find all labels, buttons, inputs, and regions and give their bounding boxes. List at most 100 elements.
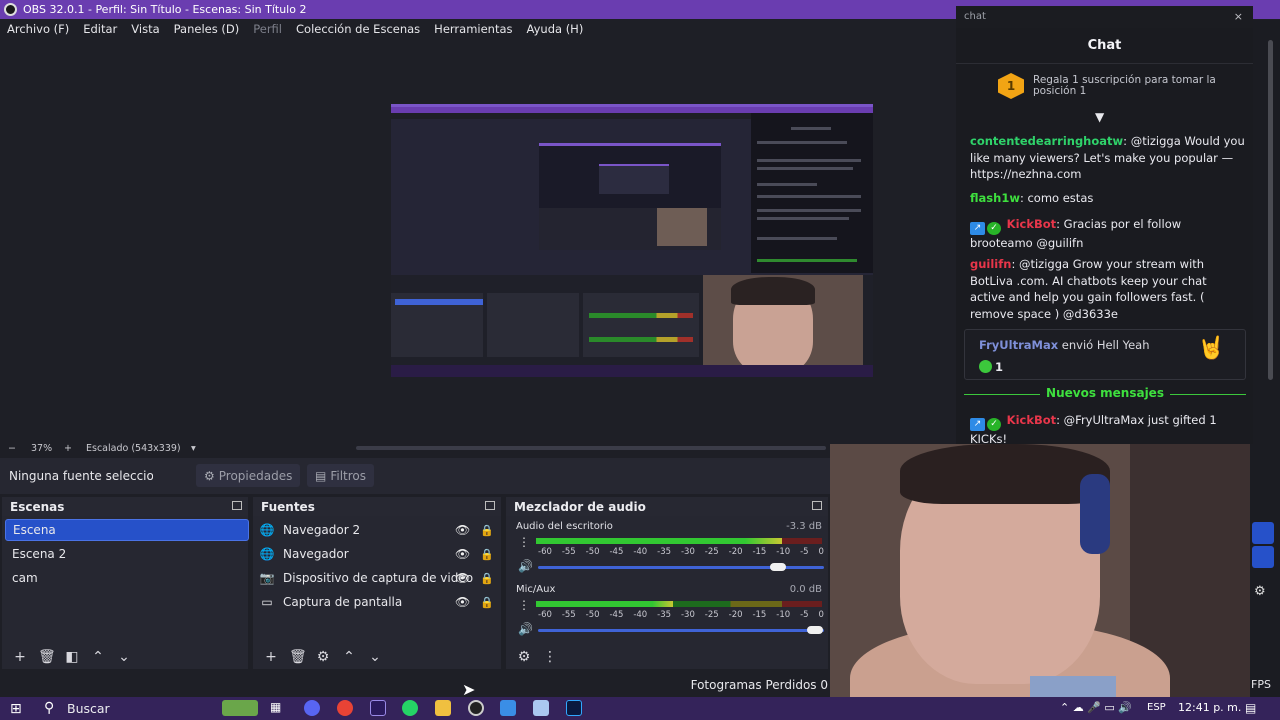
source-item[interactable]: 🌐 Navegador 👁 🔒	[257, 543, 497, 565]
audio-mixer-dock: Mezclador de audio Audio del escritorio …	[506, 497, 828, 669]
mixer-scale-tick: 0	[818, 547, 824, 557]
discord-icon[interactable]	[304, 700, 320, 716]
source-item[interactable]: ▭ Captura de pantalla 👁 🔒	[257, 591, 497, 613]
mixer-scale-tick: -30	[680, 610, 695, 620]
mixer-channel-name: Mic/Aux	[516, 584, 556, 595]
chat-message: guilifn: @tizigga Grow your stream with …	[970, 257, 1207, 321]
move-down-icon[interactable]: ⌄	[367, 649, 383, 665]
notifications-icon[interactable]: ▤	[1245, 701, 1256, 715]
menu-paneles[interactable]: Paneles (D)	[174, 22, 240, 36]
add-source-button[interactable]: +	[263, 649, 279, 665]
zoom-in-button[interactable]: +	[64, 443, 72, 454]
scene-item[interactable]: Escena 2	[5, 543, 249, 565]
move-up-icon[interactable]: ⌃	[341, 649, 357, 665]
volume-slider-knob[interactable]	[807, 626, 824, 634]
add-scene-button[interactable]: +	[12, 649, 28, 665]
task-view-icon[interactable]: ▦	[270, 700, 286, 716]
more-options-icon[interactable]: ⋮	[518, 536, 530, 548]
menu-vista[interactable]: Vista	[131, 22, 159, 36]
move-down-icon[interactable]: ⌄	[116, 649, 132, 665]
chrome-icon[interactable]	[337, 700, 353, 716]
zoom-out-button[interactable]: −	[8, 443, 16, 454]
move-up-icon[interactable]: ⌃	[90, 649, 106, 665]
app-taskbar-icon[interactable]	[500, 700, 516, 716]
menu-archivo[interactable]: Archivo (F)	[7, 22, 69, 36]
audio-meter	[536, 601, 822, 607]
language-indicator[interactable]: ESP	[1147, 702, 1166, 713]
gift-card-user[interactable]: FryUltraMax	[979, 338, 1058, 352]
file-explorer-icon[interactable]	[435, 700, 451, 716]
speaker-icon[interactable]: 🔊	[518, 622, 533, 636]
rank-badge-number: 1	[1006, 79, 1016, 93]
collapse-chevron-icon[interactable]: ▼	[1095, 110, 1104, 124]
trash-icon[interactable]: 🗑	[289, 649, 307, 665]
chat-scrollbar[interactable]	[1268, 40, 1273, 380]
lock-icon[interactable]: 🔒	[480, 572, 494, 585]
chat-username[interactable]: contentedearringhoatw	[970, 134, 1123, 148]
whatsapp-icon[interactable]	[402, 700, 418, 716]
notepad-icon[interactable]	[533, 700, 549, 716]
windows-start-icon[interactable]: ⊞	[10, 701, 22, 717]
gear-icon[interactable]: ⚙	[1254, 584, 1266, 599]
undock-icon[interactable]	[812, 501, 822, 510]
chat-username[interactable]: KickBot	[1007, 217, 1056, 231]
volume-slider-knob[interactable]	[770, 563, 787, 571]
scene-filters-icon[interactable]: ◧	[64, 649, 80, 665]
filter-icon: ▤	[315, 468, 327, 483]
obs-taskbar-icon[interactable]	[468, 700, 484, 716]
eye-icon[interactable]: 👁	[455, 547, 470, 561]
source-item[interactable]: 🌐 Navegador 2 👁 🔒	[257, 519, 497, 541]
undock-icon[interactable]	[485, 501, 495, 510]
scene-item[interactable]: Escena	[5, 519, 249, 541]
taskbar-widget-icon[interactable]	[222, 700, 258, 716]
more-options-icon[interactable]: ⋮	[518, 599, 530, 611]
filters-button[interactable]: ▤ Filtros	[307, 464, 375, 487]
lock-icon[interactable]: 🔒	[480, 548, 494, 561]
bot-badge-icon: ↗	[970, 222, 985, 235]
menu-perfil[interactable]: Perfil	[253, 22, 282, 36]
system-tray[interactable]: ⌃ ☁ 🎤 ▭ 🔊	[1060, 701, 1132, 714]
more-options-icon[interactable]: ⋮	[542, 649, 558, 665]
menu-coleccion-escenas[interactable]: Colección de Escenas	[296, 22, 420, 36]
menu-editar[interactable]: Editar	[83, 22, 117, 36]
gift-banner-text: Regala 1 suscripción para tomar la posic…	[1033, 74, 1216, 97]
chevron-down-icon[interactable]: ▾	[191, 443, 196, 454]
preview-area[interactable]	[0, 40, 960, 440]
scene-item[interactable]: cam	[5, 567, 249, 589]
program-preview[interactable]	[391, 104, 873, 377]
advanced-audio-icon[interactable]: ⚙	[516, 649, 532, 665]
trash-icon[interactable]: 🗑	[38, 649, 56, 665]
search-icon[interactable]: ⚲	[44, 700, 54, 716]
volume-slider[interactable]	[538, 626, 824, 634]
chat-username[interactable]: KickBot	[1007, 413, 1056, 427]
photoshop-icon[interactable]	[566, 700, 582, 716]
properties-button[interactable]: ⚙ Propiedades	[196, 464, 301, 487]
taskbar-search[interactable]: Buscar	[67, 701, 110, 716]
mixer-scale-tick: -25	[704, 610, 719, 620]
close-icon[interactable]: ×	[1234, 10, 1243, 23]
eye-icon[interactable]: 👁	[455, 571, 470, 585]
scale-mode-label[interactable]: Escalado (543x339)	[86, 443, 181, 454]
eye-icon[interactable]: 👁	[455, 595, 470, 609]
chat-username[interactable]: flash1w	[970, 191, 1020, 205]
control-button[interactable]	[1252, 522, 1274, 544]
lock-icon[interactable]: 🔒	[480, 596, 494, 609]
control-button[interactable]	[1252, 546, 1274, 568]
source-item[interactable]: 📷 Dispositivo de captura de video 👁 🔒	[257, 567, 497, 589]
volume-slider[interactable]	[538, 563, 824, 571]
preview-horizontal-scrollbar[interactable]	[356, 446, 826, 450]
mixer-scale-tick: -20	[728, 610, 743, 620]
new-messages-divider[interactable]: Nuevos mensajes	[964, 386, 1246, 404]
eye-icon[interactable]: 👁	[455, 523, 470, 537]
menu-herramientas[interactable]: Herramientas	[434, 22, 512, 36]
speaker-icon[interactable]: 🔊	[518, 559, 533, 573]
menu-ayuda[interactable]: Ayuda (H)	[527, 22, 584, 36]
gear-icon[interactable]: ⚙	[315, 649, 331, 665]
premiere-icon[interactable]	[370, 700, 386, 716]
gift-subscription-banner[interactable]: 1 Regala 1 suscripción para tomar la pos…	[996, 71, 1236, 101]
taskbar-clock[interactable]: 12:41 p. m.	[1178, 701, 1241, 714]
chat-username[interactable]: guilifn	[970, 257, 1011, 271]
lock-icon[interactable]: 🔒	[480, 524, 494, 537]
new-messages-label: Nuevos mensajes	[1046, 386, 1164, 400]
undock-icon[interactable]	[232, 501, 242, 510]
